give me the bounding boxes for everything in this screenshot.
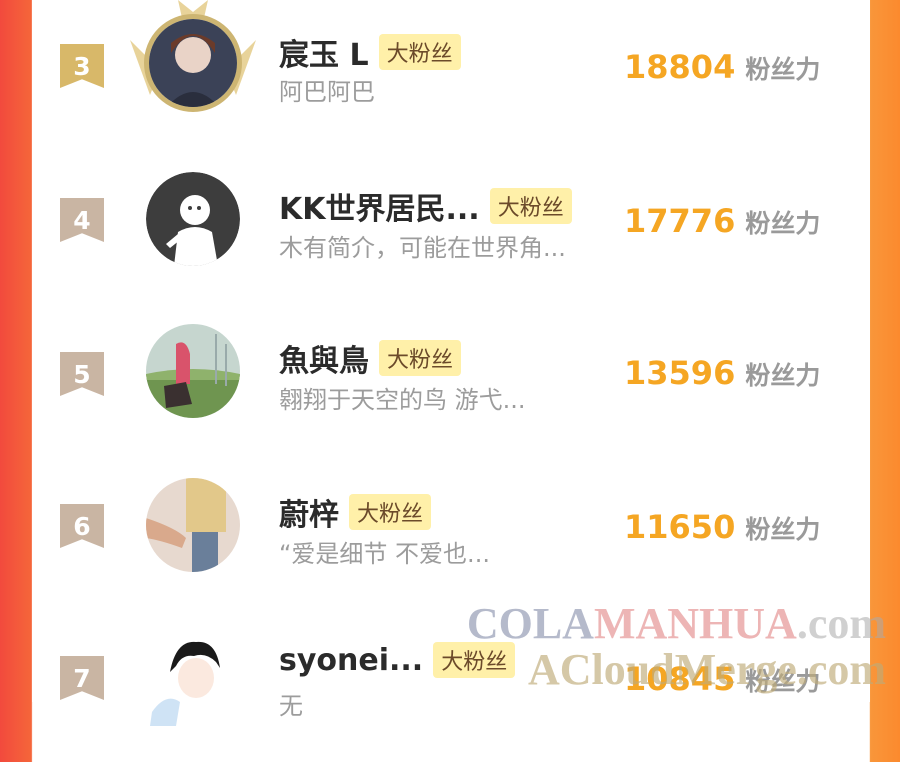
fan-level-badge: 大粉丝 <box>433 642 516 678</box>
fan-power-label: 粉丝力 <box>745 515 821 544</box>
avatar[interactable] <box>146 478 240 572</box>
user-name[interactable]: 魚與鳥 <box>279 336 369 380</box>
fan-level-badge: 大粉丝 <box>489 188 572 224</box>
fan-power-label: 粉丝力 <box>745 361 821 390</box>
rank-badge: 4 <box>60 198 104 242</box>
default-avatar-icon[interactable] <box>146 172 240 266</box>
fan-power-value: 11650 <box>624 508 736 546</box>
user-intro: “爱是细节 不爱也... <box>279 540 490 568</box>
fan-power-label: 粉丝力 <box>745 55 821 84</box>
fan-ranking-list: 3 宸玉 L 大粉丝 阿巴阿巴 18804 粉丝力 4 KK世界居民... 大粉… <box>32 0 870 726</box>
list-item[interactable]: 5 魚與鳥 大粉丝 翱翔于天空的鸟 游弋... 13596 粉丝力 <box>32 306 870 456</box>
fan-power-label: 粉丝力 <box>745 209 821 238</box>
rank-badge: 3 <box>60 44 104 88</box>
list-item[interactable]: 6 蔚梓 大粉丝 “爱是细节 不爱也... 11650 粉丝力 <box>32 460 870 610</box>
user-intro: 无 <box>279 692 303 720</box>
fan-power-value: 17776 <box>624 202 736 240</box>
user-name[interactable]: KK世界居民... <box>279 184 480 228</box>
list-item[interactable]: 4 KK世界居民... 大粉丝 木有简介，可能在世界角... 17776 粉丝力 <box>32 150 870 300</box>
fan-power-value: 18804 <box>624 48 736 86</box>
user-name[interactable]: syonei... <box>279 643 423 678</box>
avatar[interactable] <box>146 324 240 418</box>
avatar[interactable] <box>146 632 240 726</box>
fan-level-badge: 大粉丝 <box>378 34 461 70</box>
user-name[interactable]: 蔚梓 <box>279 490 339 534</box>
rank-badge: 7 <box>60 656 104 700</box>
fan-level-badge: 大粉丝 <box>349 494 432 530</box>
rank-badge: 6 <box>60 504 104 548</box>
user-intro: 阿巴阿巴 <box>279 78 375 106</box>
user-intro: 木有简介，可能在世界角... <box>279 234 566 262</box>
user-name[interactable]: 宸玉 L <box>279 30 369 74</box>
fan-power-value: 10845 <box>624 660 736 698</box>
fan-level-badge: 大粉丝 <box>379 340 462 376</box>
fan-power-label: 粉丝力 <box>745 667 821 696</box>
list-item[interactable]: 3 宸玉 L 大粉丝 阿巴阿巴 18804 粉丝力 <box>32 0 870 150</box>
list-item[interactable]: 7 syonei... 大粉丝 无 10845 粉丝力 <box>32 612 870 762</box>
user-intro: 翱翔于天空的鸟 游弋... <box>279 386 526 414</box>
avatar[interactable] <box>144 14 242 112</box>
fan-power-value: 13596 <box>624 354 736 392</box>
rank-badge: 5 <box>60 352 104 396</box>
